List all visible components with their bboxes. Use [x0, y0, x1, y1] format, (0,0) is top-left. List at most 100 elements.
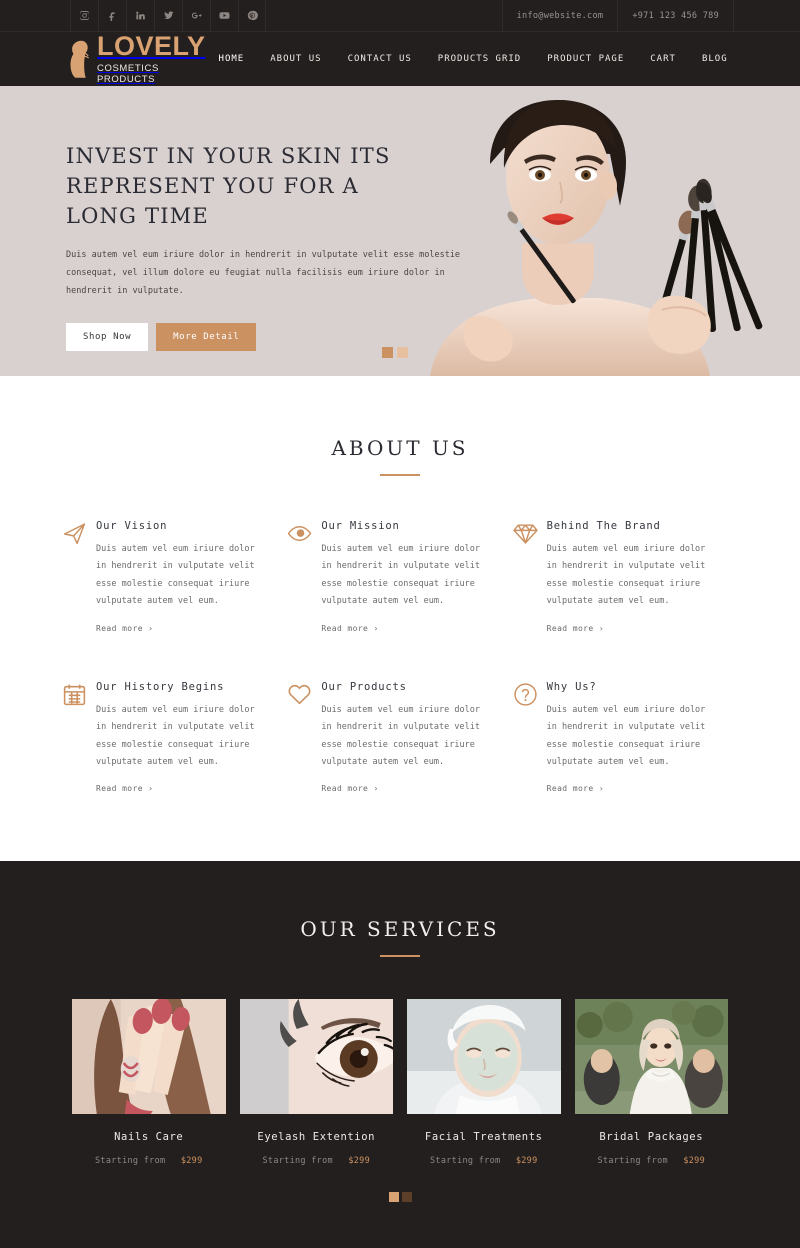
google-plus-icon — [191, 6, 202, 25]
hero-description: Duis autem vel eum iriure dolor in hendr… — [66, 250, 461, 297]
contact-email[interactable]: info@website.com — [501, 0, 618, 31]
diamond-icon — [512, 521, 547, 635]
feature-our-mission: Our Mission Duis autem vel eum iriure do… — [287, 520, 512, 635]
feature-text: Duis autem vel eum iriure dolor in hendr… — [546, 544, 706, 607]
more-detail-button[interactable]: More Detail — [156, 322, 257, 351]
services-carousel-dot-1[interactable] — [388, 1192, 399, 1203]
hero-buttons: Shop Now More Detail — [66, 322, 430, 351]
feature-title: Our Vision — [96, 520, 168, 532]
nav-item-about-us[interactable]: ABOUT US — [257, 48, 334, 70]
service-price: Starting from $299 — [240, 1156, 394, 1166]
about-heading: ABOUT US — [0, 436, 800, 476]
hero-model-photo — [370, 86, 800, 376]
services-title: OUR SERVICES — [300, 917, 500, 942]
service-price-amount: $299 — [180, 1156, 203, 1167]
read-more-link[interactable]: Read more › — [547, 784, 604, 793]
social-link-linkedin[interactable] — [126, 0, 154, 31]
service-name: Facial Treatments — [424, 1131, 543, 1144]
nav-item-home[interactable]: HOME — [206, 48, 258, 70]
nav-item-cart[interactable]: CART — [637, 48, 689, 70]
services-title-divider — [380, 955, 420, 958]
nav-item-blog[interactable]: BLOG — [689, 48, 741, 70]
shop-now-button[interactable]: Shop Now — [66, 322, 149, 351]
social-link-pinterest[interactable] — [238, 0, 266, 31]
brand-name: LOVELY — [97, 31, 206, 61]
service-price-amount: $299 — [515, 1156, 538, 1167]
nav-item-contact-us[interactable]: CONTACT US — [335, 48, 425, 70]
hero-content: INVEST IN YOUR SKIN ITS REPRESENT YOU FO… — [0, 86, 460, 351]
social-link-twitter[interactable] — [154, 0, 182, 31]
service-card-bridal-packages[interactable]: Bridal Packages Starting from $299 — [574, 999, 729, 1166]
contact-info: info@website.com +971 123 456 789 — [501, 0, 734, 31]
feature-text: Duis autem vel eum iriure dolor in hendr… — [546, 704, 706, 767]
bridal-packages-photo — [574, 999, 728, 1115]
read-more-link[interactable]: Read more › — [321, 784, 378, 793]
main-navigation: HOME ABOUT US CONTACT US PRODUCTS GRID P… — [206, 48, 741, 70]
youtube-icon — [219, 6, 230, 25]
facial-treatments-photo — [407, 999, 561, 1115]
feature-title: Our Products — [321, 680, 407, 693]
heart-icon — [287, 682, 321, 796]
feature-why-us: Why Us? Duis autem vel eum iriure dolor … — [513, 681, 738, 796]
site-logo[interactable]: LOVELY COSMETICS PRODUCTS — [66, 33, 206, 85]
services-carousel-pagination — [0, 1192, 800, 1203]
service-price-label: Starting from — [262, 1156, 333, 1167]
service-card-nails-care[interactable]: Nails Care Starting from $299 — [72, 999, 226, 1166]
hero-slider-pagination — [382, 347, 408, 358]
service-price: Starting from $299 — [407, 1156, 561, 1166]
feature-title: Behind The Brand — [546, 520, 661, 532]
social-link-instagram[interactable] — [70, 0, 98, 31]
nav-item-product-page[interactable]: PRODUCT PAGE — [534, 48, 637, 70]
read-more-link[interactable]: Read more › — [321, 624, 378, 633]
service-price-amount: $299 — [683, 1156, 706, 1167]
about-section: ABOUT US Our Vision Duis autem vel eum i… — [0, 376, 800, 862]
nav-item-products-grid[interactable]: PRODUCTS GRID — [425, 48, 534, 70]
feature-title: Why Us? — [546, 680, 597, 693]
hero-slider-dot-2[interactable] — [397, 347, 408, 358]
about-feature-grid: Our Vision Duis autem vel eum iriure dol… — [0, 520, 800, 795]
service-price-amount: $299 — [348, 1156, 371, 1167]
feature-text: Duis autem vel eum iriure dolor in hendr… — [96, 544, 255, 607]
calendar-icon — [62, 682, 96, 796]
social-link-youtube[interactable] — [210, 0, 238, 31]
services-heading: OUR SERVICES — [0, 917, 800, 958]
about-title: ABOUT US — [331, 436, 469, 460]
feature-title: Our History Begins — [96, 680, 225, 693]
hero-slider: INVEST IN YOUR SKIN ITS REPRESENT YOU FO… — [0, 86, 800, 376]
about-title-divider — [380, 474, 420, 476]
social-link-facebook[interactable] — [98, 0, 126, 31]
nails-care-photo — [72, 999, 226, 1115]
question-circle-icon — [513, 682, 547, 796]
read-more-link[interactable]: Read more › — [96, 784, 153, 793]
eyelash-extention-photo — [239, 999, 393, 1115]
services-section: OUR SERVICES Nails Care Starting from $2… — [0, 861, 800, 1248]
contact-phone[interactable]: +971 123 456 789 — [617, 0, 734, 31]
paper-plane-icon — [62, 521, 96, 635]
eye-icon — [287, 521, 321, 635]
read-more-link[interactable]: Read more › — [547, 624, 604, 633]
service-name: Bridal Packages — [599, 1131, 704, 1144]
read-more-link[interactable]: Read more › — [96, 624, 153, 633]
service-price: Starting from $299 — [575, 1156, 729, 1166]
service-price-label: Starting from — [94, 1156, 166, 1167]
feature-behind-the-brand: Behind The Brand Duis autem vel eum iriu… — [512, 520, 738, 635]
feature-text: Duis autem vel eum iriure dolor in hendr… — [321, 704, 480, 767]
service-name: Nails Care — [114, 1131, 184, 1144]
service-price-label: Starting from — [429, 1156, 501, 1167]
feature-our-vision: Our Vision Duis autem vel eum iriure dol… — [62, 520, 287, 635]
social-link-google-plus[interactable] — [182, 0, 210, 31]
hero-title: INVEST IN YOUR SKIN ITS REPRESENT YOU FO… — [66, 144, 391, 228]
feature-our-history-begins: Our History Begins Duis autem vel eum ir… — [62, 681, 287, 796]
hero-slider-dot-1[interactable] — [382, 347, 393, 358]
services-carousel-dot-2[interactable] — [401, 1192, 412, 1203]
feature-title: Our Mission — [321, 520, 400, 532]
pinterest-icon — [247, 6, 258, 25]
woman-silhouette-icon — [66, 38, 94, 80]
facebook-icon — [107, 6, 118, 25]
social-links — [70, 0, 266, 31]
service-card-facial-treatments[interactable]: Facial Treatments Starting from $299 — [407, 999, 561, 1166]
feature-text: Duis autem vel eum iriure dolor in hendr… — [96, 704, 255, 767]
twitter-icon — [163, 6, 174, 25]
site-header: LOVELY COSMETICS PRODUCTS HOME ABOUT US … — [0, 32, 800, 86]
service-card-eyelash-extention[interactable]: Eyelash Extention Starting from $299 — [239, 999, 394, 1166]
